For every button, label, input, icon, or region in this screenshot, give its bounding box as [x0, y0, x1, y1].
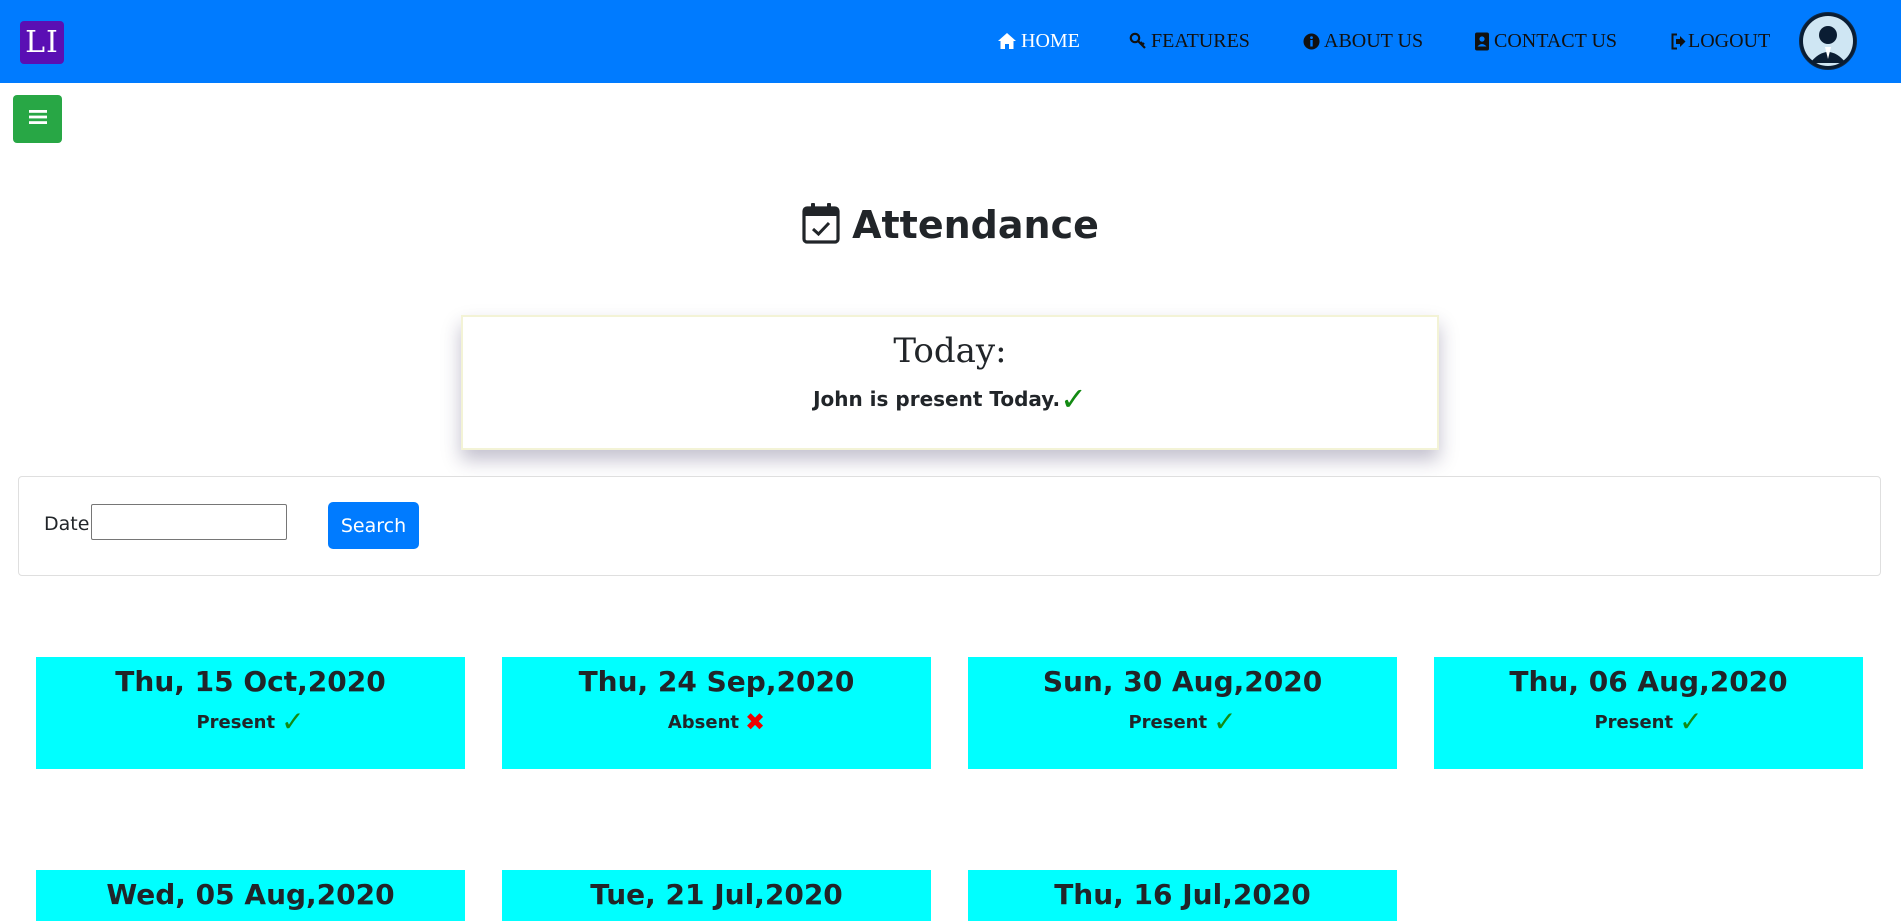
- attendance-status: Absent: [667, 711, 740, 733]
- top-navbar: LI HOME FEATURES ABOUT US CONTACT US LOG…: [0, 0, 1901, 83]
- nav-contact-us[interactable]: CONTACT US: [1474, 26, 1617, 56]
- attendance-date: Thu, 16 Jul,2020: [1054, 878, 1311, 911]
- search-button[interactable]: Search: [328, 502, 419, 549]
- attendance-card: Sun, 30 Aug,2020 Present ✓: [968, 657, 1397, 769]
- calendar-check-icon: [802, 202, 840, 248]
- attendance-card: Tue, 21 Jul,2020: [502, 870, 931, 921]
- attendance-date: Wed, 05 Aug,2020: [106, 878, 395, 911]
- check-icon: ✓: [281, 705, 305, 738]
- today-message-row: John is present Today. ✓: [463, 380, 1437, 418]
- attendance-status-row: Present ✓: [36, 705, 465, 738]
- info-icon: [1303, 33, 1320, 50]
- attendance-card: Thu, 15 Oct,2020 Present ✓: [36, 657, 465, 769]
- page-heading: Attendance: [0, 202, 1901, 248]
- address-book-icon: [1474, 32, 1490, 51]
- attendance-date: Thu, 15 Oct,2020: [115, 665, 386, 698]
- home-icon: [997, 32, 1017, 50]
- attendance-date: Tue, 21 Jul,2020: [590, 878, 843, 911]
- nav-contact-us-label: CONTACT US: [1494, 29, 1618, 52]
- attendance-status: Present: [1594, 711, 1674, 733]
- attendance-card: Wed, 05 Aug,2020: [36, 870, 465, 921]
- nav-about-us[interactable]: ABOUT US: [1303, 26, 1423, 56]
- attendance-card: Thu, 24 Sep,2020 Absent ✖: [502, 657, 931, 769]
- today-status-card: Today: John is present Today. ✓: [461, 315, 1439, 450]
- logout-icon: [1670, 33, 1687, 50]
- menu-icon: [28, 109, 47, 129]
- nav-logout[interactable]: LOGOUT: [1670, 26, 1770, 56]
- attendance-status: Present: [196, 711, 276, 733]
- date-label: Date: [44, 513, 90, 535]
- attendance-card: Thu, 16 Jul,2020: [968, 870, 1397, 921]
- brand-logo[interactable]: LI: [20, 21, 64, 64]
- attendance-status-row: Present ✓: [1434, 705, 1863, 738]
- attendance-status: Present: [1128, 711, 1208, 733]
- user-avatar[interactable]: [1799, 12, 1857, 70]
- date-input[interactable]: [91, 504, 287, 540]
- nav-home[interactable]: HOME: [997, 26, 1080, 56]
- nav-about-us-label: ABOUT US: [1324, 29, 1424, 52]
- attendance-status-row: Present ✓: [968, 705, 1397, 738]
- check-icon: ✓: [1213, 705, 1237, 738]
- attendance-status-row: Absent ✖: [502, 710, 931, 734]
- date-search-form: Date Search: [18, 476, 1881, 576]
- check-icon: ✓: [1679, 705, 1703, 738]
- key-icon: [1129, 32, 1147, 50]
- attendance-date: Sun, 30 Aug,2020: [1042, 665, 1323, 698]
- attendance-date: Thu, 24 Sep,2020: [578, 665, 855, 698]
- attendance-date: Thu, 06 Aug,2020: [1509, 665, 1788, 698]
- nav-home-label: HOME: [1021, 29, 1080, 52]
- today-message: John is present Today.: [813, 387, 1061, 411]
- page-title: Attendance: [852, 203, 1099, 247]
- sidebar-toggle-button[interactable]: [13, 95, 62, 143]
- nav-features[interactable]: FEATURES: [1129, 26, 1250, 56]
- cross-icon: ✖: [745, 708, 766, 736]
- nav-logout-label: LOGOUT: [1688, 29, 1771, 52]
- today-title: Today:: [893, 331, 1007, 371]
- attendance-card: Thu, 06 Aug,2020 Present ✓: [1434, 657, 1863, 769]
- nav-features-label: FEATURES: [1151, 29, 1250, 52]
- check-icon: ✓: [1060, 380, 1087, 418]
